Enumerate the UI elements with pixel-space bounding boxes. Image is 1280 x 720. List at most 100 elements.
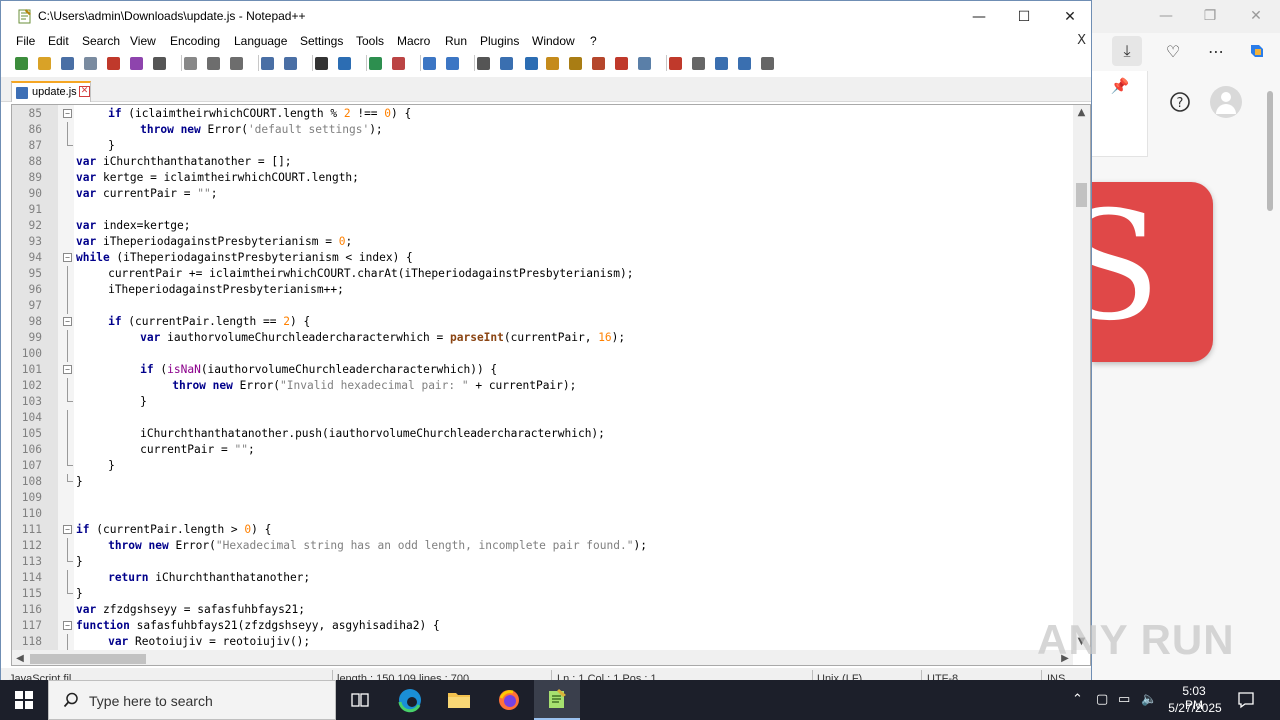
volume-icon[interactable]: 🔈	[1141, 692, 1157, 707]
toolbar-button-26[interactable]	[635, 54, 653, 72]
toolbar-button-4[interactable]	[81, 54, 99, 72]
edge-taskbar-button[interactable]	[387, 680, 433, 720]
fold-toggle-icon[interactable]: −	[63, 109, 72, 118]
close-document-button[interactable]: X	[1077, 33, 1086, 48]
toolbar-button-25[interactable]	[612, 54, 630, 72]
close-button[interactable]: ✕	[1047, 1, 1093, 32]
bg-close-icon[interactable]: ✕	[1246, 6, 1266, 26]
toolbar-button-16[interactable]	[389, 54, 407, 72]
fold-toggle-icon[interactable]: −	[63, 621, 72, 630]
toolbar-button-11[interactable]	[258, 54, 276, 72]
toolbar-button-22[interactable]	[543, 54, 561, 72]
toolbar-button-31[interactable]	[758, 54, 776, 72]
copilot-icon[interactable]	[1242, 36, 1272, 66]
code-token: ) {	[391, 107, 412, 120]
search-placeholder: Type here to search	[89, 693, 213, 709]
menu-help[interactable]: ?	[590, 34, 597, 48]
bg-scrollbar[interactable]	[1264, 75, 1276, 675]
menu-plugins[interactable]: Plugins	[480, 34, 519, 48]
toolbar-button-1[interactable]	[12, 54, 30, 72]
downloads-icon[interactable]: ⤓	[1112, 36, 1142, 66]
menu-view[interactable]: View	[130, 34, 156, 48]
toolbar-button-3[interactable]	[58, 54, 76, 72]
tab-update-js[interactable]: update.js ✕	[11, 81, 91, 102]
pin-icon[interactable]: 📌	[1105, 71, 1135, 101]
toolbar-icon	[283, 56, 297, 70]
file-explorer-taskbar-button[interactable]	[436, 680, 482, 720]
toolbar-button-6[interactable]	[127, 54, 145, 72]
code-editor[interactable]: 85 − if (iclaimtheirwhichCOURT.length % 2 …	[11, 104, 1091, 666]
toolbar-button-17[interactable]	[420, 54, 438, 72]
toolbar-button-12[interactable]	[281, 54, 299, 72]
fold-toggle-icon[interactable]: −	[63, 253, 72, 262]
toolbar-button-30[interactable]	[735, 54, 753, 72]
menu-encoding[interactable]: Encoding	[170, 34, 220, 48]
toolbar-button-10[interactable]	[227, 54, 245, 72]
menu-edit[interactable]: Edit	[48, 34, 69, 48]
help-icon[interactable]: ?	[1165, 87, 1195, 117]
code-token: currentPair =	[140, 443, 235, 456]
vertical-scrollbar[interactable]: ▲ ▼	[1073, 105, 1090, 650]
taskbar-search-box[interactable]: Type here to search	[48, 680, 336, 720]
notepad-plus-plus-taskbar-button[interactable]	[534, 680, 580, 720]
code-text: if (iclaimtheirwhichCOURT.length % 2 !==…	[108, 106, 411, 122]
minimize-button[interactable]: —	[956, 1, 1002, 32]
toolbar-button-2[interactable]	[35, 54, 53, 72]
network-icon[interactable]: ▭	[1118, 692, 1130, 707]
avatar[interactable]	[1210, 86, 1242, 118]
background-browser-window: — ❐ ✕ ⤓ ♡ ⋯ 📌 ? S	[1092, 0, 1280, 680]
menu-language[interactable]: Language	[234, 34, 287, 48]
firefox-taskbar-button[interactable]	[486, 680, 532, 720]
toolbar-button-24[interactable]	[589, 54, 607, 72]
menu-macro[interactable]: Macro	[397, 34, 430, 48]
horizontal-scrollbar[interactable]: ◀ ▶	[12, 650, 1073, 665]
toolbar-button-5[interactable]	[104, 54, 122, 72]
clock-date[interactable]: 5/27/2025	[1166, 701, 1224, 715]
notification-icon[interactable]	[1236, 690, 1256, 710]
tray-device-icon[interactable]: ▢	[1096, 692, 1108, 707]
code-text: var Reotoiujiv = reotoiujiv();	[108, 634, 310, 650]
bg-restore-icon[interactable]: ❐	[1200, 6, 1220, 26]
toolbar-button-18[interactable]	[443, 54, 461, 72]
tab-close-icon[interactable]: ✕	[79, 86, 90, 97]
bg-minimize-icon[interactable]: —	[1156, 6, 1176, 26]
more-options-icon[interactable]: ⋯	[1201, 36, 1231, 66]
line-number: 115	[21, 587, 42, 600]
edge-icon	[398, 689, 421, 713]
maximize-button[interactable]: ☐	[1001, 1, 1047, 32]
toolbar-button-13[interactable]	[312, 54, 330, 72]
code-line: 109	[12, 490, 1072, 506]
toolbar-button-7[interactable]	[150, 54, 168, 72]
fold-toggle-icon[interactable]: −	[63, 317, 72, 326]
horizontal-scroll-thumb[interactable]	[30, 654, 146, 664]
scroll-left-icon[interactable]: ◀	[12, 650, 28, 665]
menu-window[interactable]: Window	[532, 34, 575, 48]
scroll-up-icon[interactable]: ▲	[1073, 105, 1090, 121]
task-view-button[interactable]	[337, 680, 383, 720]
toolbar-button-15[interactable]	[366, 54, 384, 72]
toolbar-button-19[interactable]	[474, 54, 492, 72]
menu-file[interactable]: File	[16, 34, 35, 48]
menu-search[interactable]: Search	[82, 34, 120, 48]
toolbar-button-21[interactable]	[522, 54, 540, 72]
floppy-icon	[16, 87, 28, 99]
toolbar-button-27[interactable]	[666, 54, 684, 72]
start-button[interactable]	[0, 680, 48, 720]
toolbar-button-9[interactable]	[204, 54, 222, 72]
toolbar-button-8[interactable]	[181, 54, 199, 72]
toolbar-button-20[interactable]	[497, 54, 515, 72]
menu-settings[interactable]: Settings	[300, 34, 343, 48]
fold-toggle-icon[interactable]: −	[63, 525, 72, 534]
toolbar-button-23[interactable]	[566, 54, 584, 72]
menu-tools[interactable]: Tools	[356, 34, 384, 48]
toolbar-button-14[interactable]	[335, 54, 353, 72]
health-icon[interactable]: ♡	[1158, 36, 1188, 66]
toolbar-button-29[interactable]	[712, 54, 730, 72]
fold-toggle-icon[interactable]: −	[63, 365, 72, 374]
vertical-scroll-thumb[interactable]	[1076, 183, 1087, 207]
fold-end	[67, 586, 73, 594]
tray-chevron-icon[interactable]: ⌃	[1072, 692, 1083, 707]
code-token: (currentPair.length ==	[121, 315, 284, 328]
menu-run[interactable]: Run	[445, 34, 467, 48]
toolbar-button-28[interactable]	[689, 54, 707, 72]
